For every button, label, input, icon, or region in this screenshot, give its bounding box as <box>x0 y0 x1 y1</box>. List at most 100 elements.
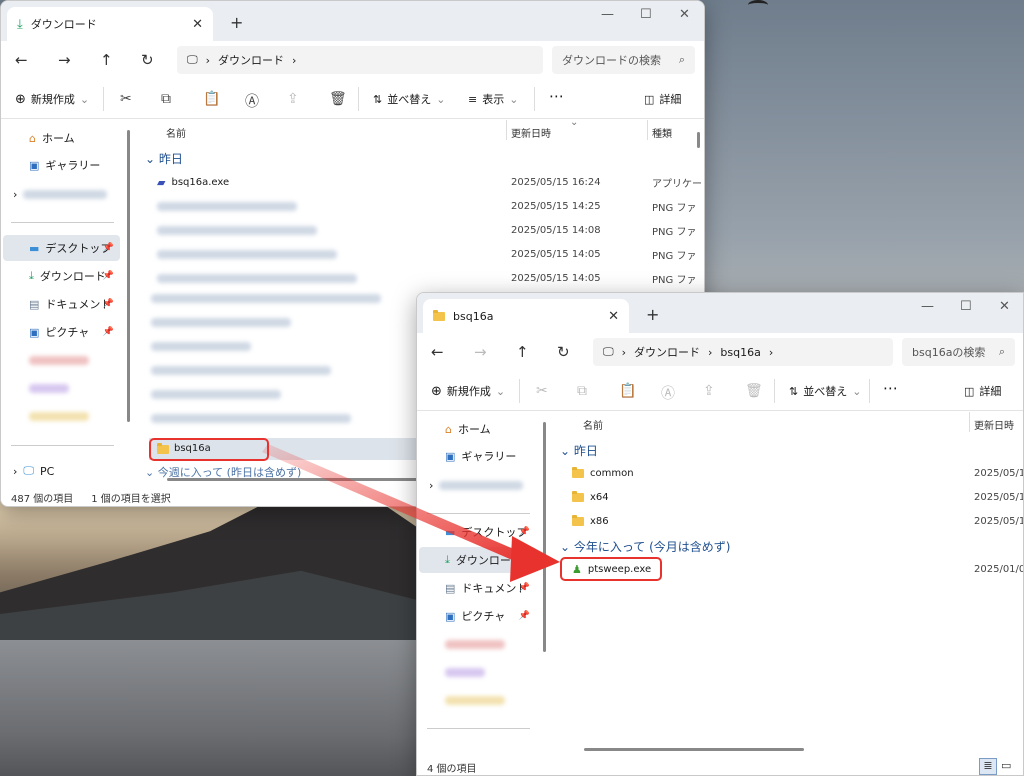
group-header-yesterday[interactable]: ⌄ 昨日 <box>145 150 183 167</box>
column-header-name[interactable]: 名前 <box>583 417 603 432</box>
breadcrumb-downloads[interactable]: ダウンロード <box>634 344 700 360</box>
blurred-label <box>157 201 297 211</box>
sidebar-item-blurred[interactable] <box>3 375 120 401</box>
sidebar-item-pc[interactable]: › 🖵 PC <box>3 458 120 484</box>
tab-bsq16a[interactable]: bsq16a ✕ <box>423 299 629 333</box>
tab-downloads[interactable]: ⤓ ダウンロード ✕ <box>7 7 213 41</box>
rename-icon[interactable]: Ⓐ <box>245 91 259 111</box>
group-header-yesterday[interactable]: ⌄ 昨日 <box>560 442 598 459</box>
cut-icon[interactable]: ✂ <box>536 383 548 399</box>
table-row[interactable]: 2025/05/15 14:05 PNG ファ <box>137 266 704 290</box>
sidebar-item-onedrive[interactable]: › <box>419 472 536 498</box>
close-tab-icon[interactable]: ✕ <box>608 309 619 324</box>
column-header-name[interactable]: 名前 <box>166 125 186 140</box>
sidebar-item-home[interactable]: ⌂ ホーム <box>419 416 536 442</box>
download-icon: ⤓ <box>17 16 23 32</box>
horizontal-scrollbar[interactable] <box>167 478 427 481</box>
maximize-button[interactable]: ☐ <box>960 299 972 314</box>
sidebar-item-blurred[interactable] <box>3 403 120 429</box>
sidebar-item-blurred[interactable] <box>419 631 536 657</box>
more-options-icon[interactable]: ⋯ <box>549 87 564 105</box>
vertical-scrollbar[interactable] <box>697 132 700 148</box>
horizontal-scrollbar[interactable] <box>584 748 804 751</box>
rename-icon[interactable]: Ⓐ <box>661 383 675 403</box>
new-tab-button[interactable]: + <box>230 13 243 32</box>
list-item-folder[interactable]: common 2025/05/15 <box>554 461 1023 485</box>
back-button[interactable]: ← <box>431 343 444 361</box>
up-button[interactable]: ↑ <box>516 343 529 361</box>
new-button[interactable]: ⊕ 新規作成 ⌄ <box>15 91 89 107</box>
copy-icon[interactable]: ⧉ <box>161 91 171 107</box>
more-options-icon[interactable]: ⋯ <box>883 379 898 397</box>
breadcrumb[interactable]: ダウンロード <box>218 52 284 68</box>
back-button[interactable]: ← <box>15 51 28 69</box>
refresh-button[interactable]: ↻ <box>557 343 570 361</box>
sidebar-item-blurred[interactable] <box>419 659 536 685</box>
table-row[interactable]: 2025/05/15 14:05 PNG ファ <box>137 242 704 266</box>
close-window-button[interactable]: ✕ <box>999 299 1010 314</box>
table-row[interactable]: 2025/05/15 14:08 PNG ファ <box>137 218 704 242</box>
table-row[interactable]: 2025/05/15 14:25 PNG ファ <box>137 194 704 218</box>
desktop-icon: ▬ <box>29 241 40 255</box>
sidebar-item-pictures[interactable]: ▣ ピクチャ 📌 <box>419 603 536 629</box>
sidebar-item-blurred[interactable] <box>3 347 120 373</box>
delete-icon[interactable]: 🗑 <box>329 91 347 107</box>
table-row[interactable]: ▰ bsq16a.exe 2025/05/15 16:24 アプリケー <box>137 170 704 194</box>
details-pane-button[interactable]: ◫ 詳細 <box>964 383 1001 399</box>
minimize-button[interactable]: — <box>601 7 614 22</box>
breadcrumb-bsq16a[interactable]: bsq16a <box>720 346 760 359</box>
details-view-icon[interactable]: ≣ <box>979 758 997 775</box>
sidebar-item-home[interactable]: ⌂ ホーム <box>3 125 120 151</box>
sidebar-item-downloads[interactable]: ⤓ ダウンロード 📌 <box>3 263 120 289</box>
share-icon[interactable]: ⇪ <box>703 383 715 399</box>
sidebar-item-onedrive[interactable]: › <box>3 181 120 207</box>
sort-button[interactable]: ⇅ 並べ替え ⌄ <box>789 383 861 399</box>
highlight-box-ptsweep <box>560 557 662 581</box>
sidebar-item-documents[interactable]: ▤ ドキュメント 📌 <box>419 575 536 601</box>
search-box[interactable]: ダウンロードの検索 ⌕ <box>552 46 695 74</box>
column-header-type[interactable]: 種類 <box>652 125 672 140</box>
details-pane-button[interactable]: ◫ 詳細 <box>644 91 681 107</box>
sidebar-item-pictures[interactable]: ▣ ピクチャ 📌 <box>3 319 120 345</box>
sidebar-scrollbar[interactable] <box>127 130 130 422</box>
new-tab-button[interactable]: + <box>646 305 659 324</box>
paste-icon[interactable]: 📋 <box>619 383 636 399</box>
list-item-folder[interactable]: x64 2025/05/15 <box>554 485 1023 509</box>
sidebar-item-gallery[interactable]: ▣ ギャラリー <box>419 443 536 469</box>
up-button[interactable]: ↑ <box>100 51 113 69</box>
close-tab-icon[interactable]: ✕ <box>192 17 203 32</box>
share-icon[interactable]: ⇪ <box>287 91 299 107</box>
sidebar-item-gallery[interactable]: ▣ ギャラリー <box>3 152 120 178</box>
list-item-folder[interactable]: x86 2025/05/15 <box>554 509 1023 533</box>
column-header-date[interactable]: 更新日時 <box>511 125 551 140</box>
sidebar-item-desktop[interactable]: ▬ デスクトップ 📌 <box>3 235 120 261</box>
tiles-view-icon[interactable]: ▭ <box>1001 759 1011 772</box>
view-button[interactable]: ≡ 表示 ⌄ <box>468 91 518 107</box>
search-box[interactable]: bsq16aの検索 ⌕ <box>902 338 1015 366</box>
maximize-button[interactable]: ☐ <box>640 7 652 22</box>
sidebar-item-downloads[interactable]: ⤓ ダウンロード 📌 <box>419 547 536 573</box>
sidebar-item-desktop[interactable]: ▬ デスクトップ 📌 <box>419 519 536 545</box>
column-divider <box>647 120 648 140</box>
address-bar[interactable]: 🖵 › ダウンロード › <box>177 46 543 74</box>
pictures-icon: ▣ <box>445 609 456 623</box>
sort-button[interactable]: ⇅ 並べ替え ⌄ <box>373 91 445 107</box>
group-header-thisyear[interactable]: ⌄ 今年に入って (今月は含めず) <box>560 538 730 555</box>
delete-icon[interactable]: 🗑 <box>745 383 763 399</box>
pin-icon: 📌 <box>102 299 114 309</box>
sidebar-scrollbar[interactable] <box>543 422 546 652</box>
paste-icon[interactable]: 📋 <box>203 91 220 107</box>
forward-button[interactable]: → <box>58 51 71 69</box>
sidebar-item-blurred[interactable] <box>419 687 536 713</box>
forward-button[interactable]: → <box>474 343 487 361</box>
address-bar[interactable]: 🖵 › ダウンロード › bsq16a › <box>593 338 893 366</box>
refresh-button[interactable]: ↻ <box>141 51 154 69</box>
copy-icon[interactable]: ⧉ <box>577 383 587 399</box>
cut-icon[interactable]: ✂ <box>120 91 132 107</box>
column-header-date[interactable]: 更新日時 <box>974 417 1014 432</box>
sidebar-item-documents[interactable]: ▤ ドキュメント 📌 <box>3 291 120 317</box>
minimize-button[interactable]: — <box>921 299 934 314</box>
divider <box>427 728 530 729</box>
close-window-button[interactable]: ✕ <box>679 7 690 22</box>
new-button[interactable]: ⊕ 新規作成 ⌄ <box>431 383 505 399</box>
